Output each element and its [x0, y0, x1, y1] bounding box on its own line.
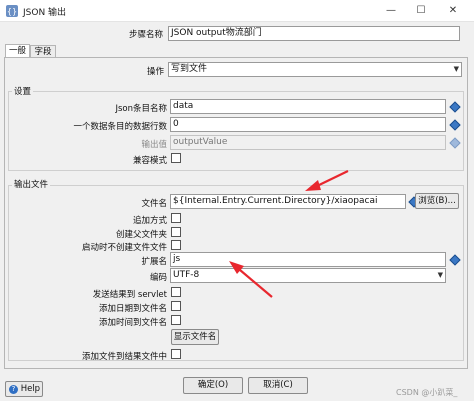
- annotation-arrow: [305, 170, 349, 191]
- annotation-arrow: [229, 261, 273, 298]
- annotation-arrows: [229, 170, 349, 298]
